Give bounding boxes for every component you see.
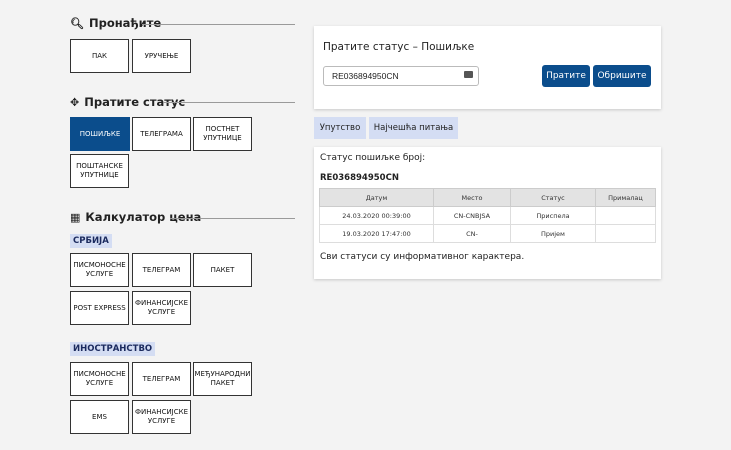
calc-title-text: Калкулатор цена (85, 210, 202, 224)
status-telegram[interactable]: ТЕЛЕГРАМА (132, 117, 191, 151)
calc-title: ▦ Калкулатор цена (70, 210, 201, 224)
delete-button[interactable]: Обришите (593, 65, 651, 87)
abroad-letter[interactable]: ПИСМОНОСНЕ УСЛУГЕ (70, 362, 129, 396)
status-shipments[interactable]: ПОШИЉКЕ (70, 117, 130, 151)
tab-faq[interactable]: Најчешћа питања (369, 117, 458, 139)
status-table: Датум Место Статус Прималац 24.03.2020 0… (319, 188, 656, 243)
result-label: Статус пошиљке број: (320, 153, 426, 163)
status-postal-orders[interactable]: ПОШТАНСКЕ УПУТНИЦЕ (70, 154, 129, 188)
region-serbia: СРБИЈА (70, 234, 112, 248)
serbia-financial[interactable]: ФИНАНСИЈСКЕ УСЛУГЕ (132, 291, 191, 325)
table-cell (595, 224, 656, 243)
tracking-title: Пратите статус – Пошиљке (323, 41, 475, 53)
tab-instructions[interactable]: Упутство (314, 117, 366, 139)
column-header: Статус (510, 188, 596, 207)
column-header: Прималац (595, 188, 656, 207)
column-header: Датум (319, 188, 434, 207)
keyboard-icon[interactable] (464, 71, 473, 78)
status-postnet[interactable]: ПОСТНЕТ УПУТНИЦЕ (193, 117, 252, 151)
table-row: 24.03.2020 00:39:00 CN-CNBJSA Приспела (319, 206, 656, 225)
table-cell: CN-CNBJSA (433, 206, 511, 225)
serbia-telegram[interactable]: ТЕЛЕГРАМ (132, 253, 191, 287)
tracking-number-input[interactable] (323, 66, 479, 86)
table-cell: 24.03.2020 00:39:00 (319, 206, 434, 225)
abroad-financial[interactable]: ФИНАНСИЈСКЕ УСЛУГЕ (132, 400, 191, 434)
info-note: Сви статуси су информативног карактера. (320, 252, 525, 262)
serbia-post-express[interactable]: POST EXPRESS (70, 291, 129, 325)
serbia-package[interactable]: ПАКЕТ (193, 253, 252, 287)
find-title: 🔍︎ Пронађите (70, 16, 161, 30)
crosshair-icon: ✥ (70, 95, 80, 109)
table-cell: 19.03.2020 17:47:00 (319, 224, 434, 243)
result-number: RE036894950CN (320, 173, 399, 183)
divider (170, 218, 295, 219)
abroad-telegram[interactable]: ТЕЛЕГРАМ (132, 362, 191, 396)
find-pak[interactable]: ПАК (70, 39, 129, 73)
find-delivery[interactable]: УРУЧЕЊЕ (132, 39, 191, 73)
search-icon: 🔍︎ (70, 16, 84, 30)
table-cell: CN- (433, 224, 511, 243)
table-row: 19.03.2020 17:47:00 CN- Пријем (319, 224, 656, 243)
track-button[interactable]: Пратите (542, 65, 590, 87)
column-header: Место (433, 188, 511, 207)
table-cell: Приспела (510, 206, 596, 225)
serbia-letter[interactable]: ПИСМОНОСНЕ УСЛУГЕ (70, 253, 129, 287)
abroad-package[interactable]: МЕЂУНАРОДНИ ПАКЕТ (193, 362, 252, 396)
divider (163, 102, 295, 103)
divider (142, 24, 295, 25)
table-cell (595, 206, 656, 225)
grid-icon: ▦ (70, 210, 81, 224)
find-title-text: Пронађите (88, 16, 162, 30)
region-abroad: ИНОСТРАНСТВО (70, 342, 156, 356)
abroad-ems[interactable]: EMS (70, 400, 129, 434)
table-cell: Пријем (510, 224, 596, 243)
